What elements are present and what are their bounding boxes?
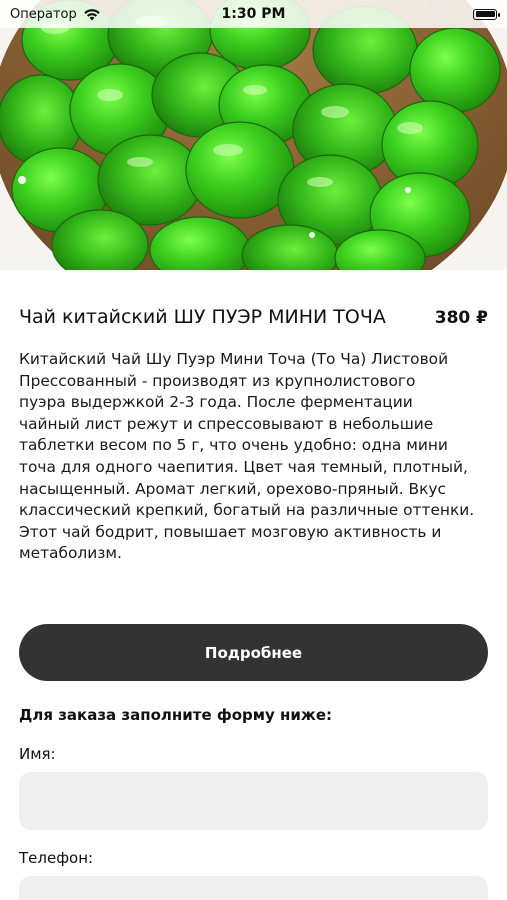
carrier-name: Оператор — [10, 6, 77, 22]
description-line: Прессованный - производят из крупнолисто… — [19, 371, 416, 390]
more-details-button[interactable]: Подробнее — [19, 624, 488, 681]
description-line: классический крепкий, богатый на различн… — [19, 501, 475, 520]
phone-field[interactable] — [19, 876, 488, 900]
status-left: Оператор — [10, 7, 101, 22]
product-screen: Оператор 1:30 PM Чай китайский ШУ ПУЭР М… — [0, 0, 507, 900]
phone-label: Телефон: — [19, 849, 94, 867]
description-line: насыщенный. Аромат легкий, орехово-пряны… — [19, 479, 446, 498]
wifi-icon — [83, 8, 100, 20]
description-line: чайный лист режут и спрессовывают в небо… — [19, 414, 434, 433]
order-form-heading: Для заказа заполните форму ниже: — [19, 706, 333, 724]
battery-icon — [473, 8, 500, 20]
product-price: 380 ₽ — [434, 308, 488, 328]
product-title: Чай китайский ШУ ПУЭР МИНИ ТОЧА — [19, 306, 386, 328]
name-field[interactable] — [19, 772, 488, 830]
product-image — [0, 0, 507, 270]
status-bar: Оператор 1:30 PM — [0, 0, 507, 28]
name-label: Имя: — [19, 745, 56, 763]
description-line: таблетки весом по 5 г, что очень удобно:… — [19, 436, 448, 455]
description-line: пуэра выдержкой 2-3 года. После фермента… — [19, 393, 413, 412]
product-title-row: Чай китайский ШУ ПУЭР МИНИ ТОЧА 380 ₽ — [19, 306, 488, 328]
description-line: Китайский Чай Шу Пуэр Мини Точа (То Ча) … — [19, 350, 449, 368]
status-time: 1:30 PM — [221, 6, 286, 22]
green-tea-cakes-image — [0, 0, 507, 270]
product-description: Китайский Чай Шу Пуэр Мини Точа (То Ча) … — [19, 349, 491, 565]
description-line: Этот чай бодрит, повышает мозговую актив… — [19, 522, 442, 541]
description-line: точа для одного чаепития. Цвет чая темны… — [19, 457, 468, 476]
description-line: метаболизм. — [19, 544, 122, 563]
